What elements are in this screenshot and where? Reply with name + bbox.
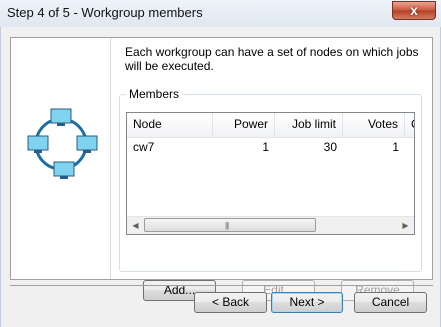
computer-icon — [53, 161, 75, 179]
next-button[interactable]: Next > — [271, 292, 343, 313]
table-row[interactable]: cw7 1 30 1 — [127, 138, 414, 156]
cell-power: 1 — [262, 140, 269, 154]
column-header-power[interactable]: Power — [213, 113, 275, 137]
members-list[interactable]: Node Power Job limit Votes C cw7 1 30 1 … — [126, 112, 415, 235]
title-bar: Step 4 of 5 - Workgroup members x — [0, 0, 441, 28]
column-header-job-limit[interactable]: Job limit — [275, 113, 343, 137]
cancel-button[interactable]: Cancel — [354, 292, 427, 313]
wizard-graphic-panel — [11, 38, 111, 279]
scrollbar-thumb[interactable]: ||| — [144, 218, 316, 232]
column-header-c[interactable]: C — [405, 113, 414, 137]
scroll-left-icon[interactable]: ◀ — [127, 217, 144, 234]
horizontal-scrollbar[interactable]: ◀ ||| ▶ — [127, 216, 414, 234]
computer-icon — [76, 135, 98, 153]
back-button[interactable]: < Back — [194, 292, 267, 313]
members-label: Members — [126, 87, 183, 101]
list-header: Node Power Job limit Votes C — [127, 113, 414, 138]
scroll-right-icon[interactable]: ▶ — [397, 217, 414, 234]
computer-icon — [50, 108, 72, 126]
footer-separator — [10, 285, 433, 286]
close-icon: x — [410, 2, 418, 18]
scrollbar-grip-icon: ||| — [225, 221, 229, 230]
cell-votes: 1 — [392, 140, 399, 154]
cell-job-limit: 30 — [323, 140, 337, 154]
wizard-frame: Each workgroup can have a set of nodes o… — [0, 27, 441, 327]
close-button[interactable]: x — [392, 1, 436, 20]
content-panel: Each workgroup can have a set of nodes o… — [10, 37, 433, 301]
computer-icon — [27, 135, 49, 153]
network-ring-icon — [27, 108, 98, 179]
column-header-votes[interactable]: Votes — [343, 113, 405, 137]
window-title: Step 4 of 5 - Workgroup members — [7, 5, 203, 20]
intro-text: Each workgroup can have a set of nodes o… — [125, 45, 419, 73]
members-groupbox: Members Node Power Job limit Votes C cw7… — [119, 87, 422, 301]
column-header-node[interactable]: Node — [127, 113, 213, 137]
cell-node: cw7 — [133, 140, 155, 154]
